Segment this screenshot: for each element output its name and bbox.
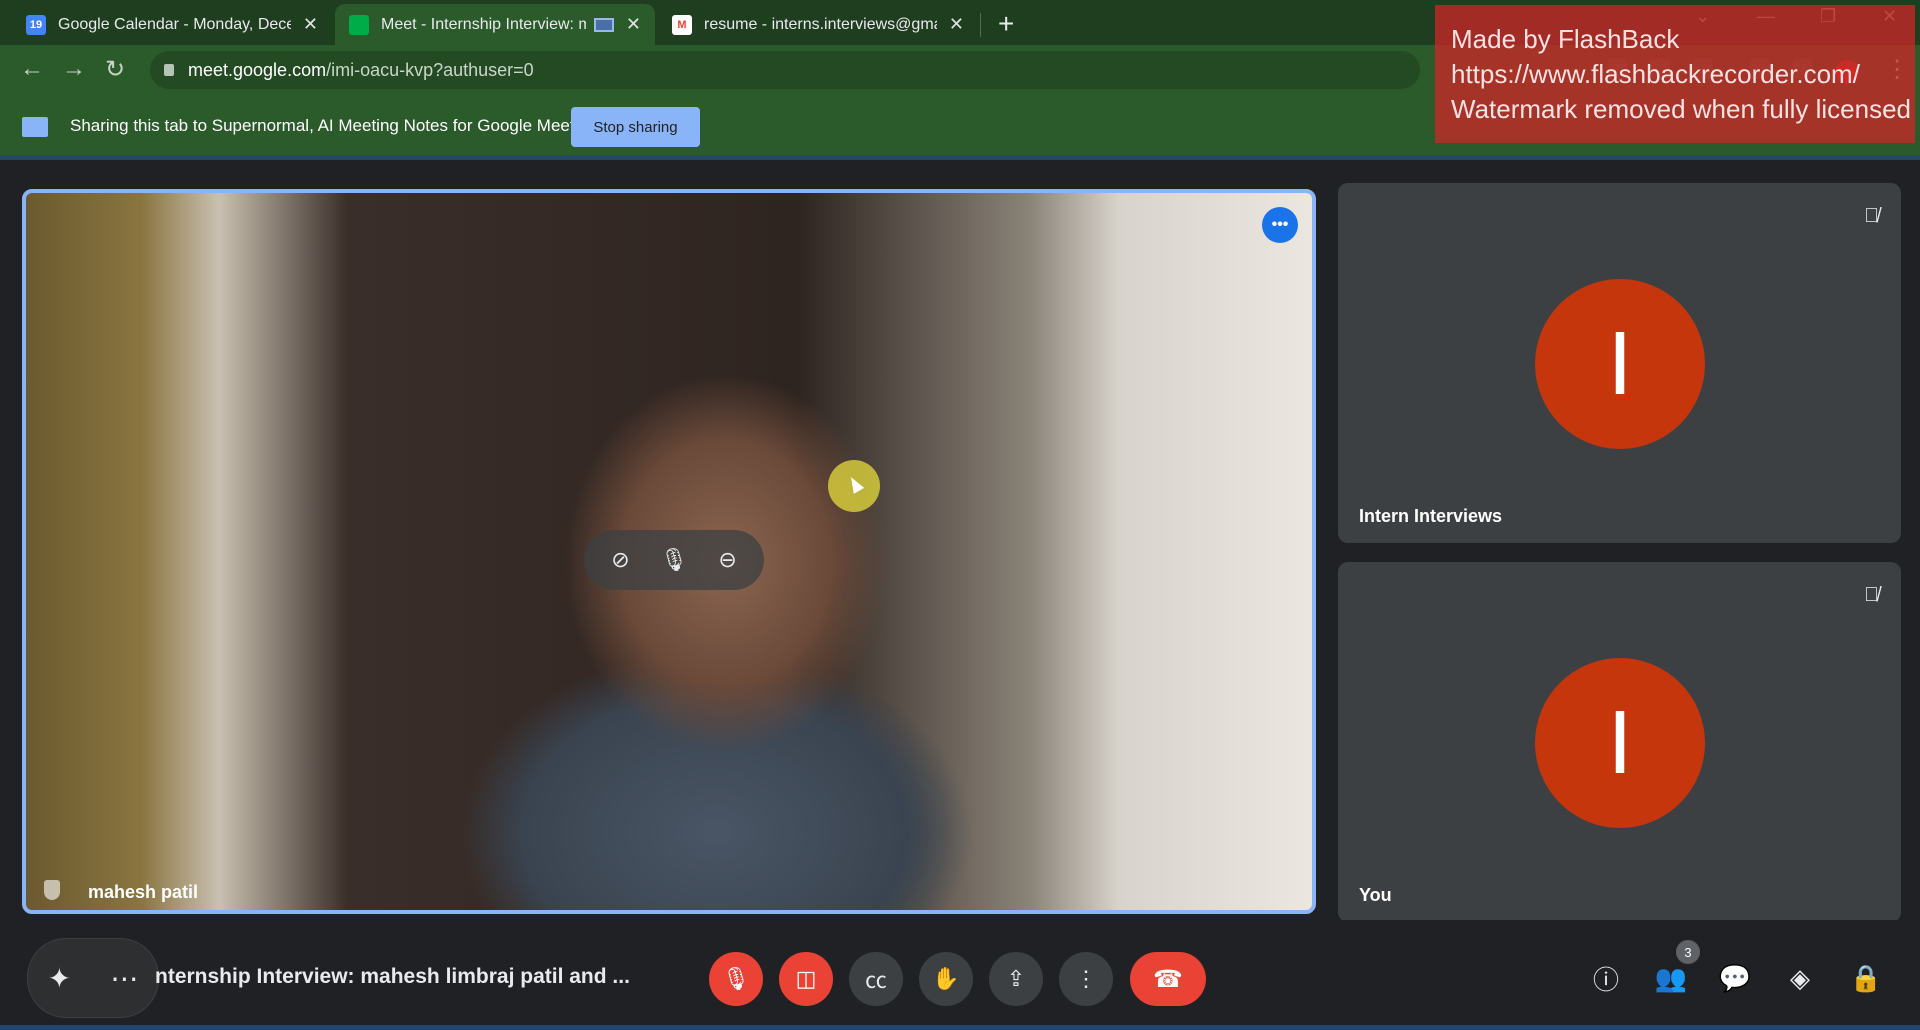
tab-title: resume - interns.interviews@gmail.c [704,15,937,33]
url-host: meet.google.com [188,59,327,80]
meeting-title: nternship Interview: mahesh limbraj pati… [155,965,630,988]
url-path: /imi-oacu-kvp?authuser=0 [326,59,534,80]
tab-title: Meet - Internship Interview: ma [381,15,586,33]
chat-icon: 💬 [1718,962,1752,993]
lock-person-icon: 🔒 [1849,962,1883,993]
screen-share-icon [22,117,48,137]
main-video-tile[interactable]: ••• ⊘ 🎙 ⊖ mahesh patil [22,189,1316,914]
raise-hand-button[interactable]: ✋ [919,952,973,1006]
captions-icon: ㏄ [864,968,887,993]
close-tab-icon[interactable]: ✕ [626,14,641,35]
hang-up-icon: ☎ [1153,965,1183,993]
tab-separator [980,13,981,37]
tab-gmail[interactable]: M resume - interns.interviews@gmail.c ✕ [658,4,978,45]
tab-google-meet[interactable]: Meet - Internship Interview: ma ✕ [335,4,655,45]
recording-icon [593,17,614,32]
muted-mic-icon: 🎙̸ [1864,205,1879,227]
activities-button[interactable]: ◈ [1782,960,1818,996]
mic-off-icon: 🎙 [722,966,750,991]
camera-toggle-button[interactable]: ◫ [779,952,833,1006]
watermark-line: Made by FlashBack [1451,24,1680,54]
reload-icon[interactable]: ↻ [105,55,125,84]
more-vertical-icon: ⋮ [1075,966,1097,991]
sharing-message: Sharing this tab to Supernormal, AI Meet… [70,116,575,135]
avatar: I [1535,658,1705,828]
participant-tile-self[interactable]: 🎙̸ I You [1338,562,1901,922]
people-button[interactable]: 👥 [1653,960,1689,996]
people-icon: 👥 [1654,962,1688,993]
extension-pill[interactable]: ✦ ⋯ [27,938,159,1018]
meeting-details-button[interactable]: ⓘ [1588,960,1624,996]
url-bar[interactable]: meet.google.com /imi-oacu-kvp?authuser=0 [150,51,1420,89]
flashback-watermark: Made by FlashBack https://www.flashbackr… [1435,5,1915,143]
more-options-icon[interactable]: ••• [1262,207,1298,243]
leave-call-button[interactable]: ☎ [1130,952,1206,1006]
more-horizontal-icon[interactable]: ⋯ [110,962,138,995]
hand-icon: ✋ [932,966,960,991]
close-tab-icon[interactable]: ✕ [949,14,964,35]
lock-icon [164,64,174,76]
watermark-line: Watermark removed when fully licensed [1451,94,1911,124]
participant-name: mahesh patil [88,882,199,902]
supernormal-icon[interactable]: ✦ [48,962,71,995]
meet-icon [349,14,369,35]
tab-title: Google Calendar - Monday, Decemb [58,15,291,33]
unpin-icon[interactable]: ⊘ [611,547,629,573]
participant-name: Intern Interviews [1359,506,1503,526]
chat-button[interactable]: 💬 [1717,960,1753,996]
microphone-toggle-button[interactable]: 🎙 [709,952,763,1006]
stop-sharing-button[interactable]: Stop sharing [571,107,700,147]
forward-icon[interactable]: → [62,55,86,83]
participant-count-badge: 3 [1676,940,1700,964]
participant-name: You [1359,885,1392,905]
present-screen-button[interactable]: ⇪ [989,952,1043,1006]
info-icon: ⓘ [1592,964,1619,995]
tab-google-calendar[interactable]: 19 Google Calendar - Monday, Decemb ✕ [12,4,332,45]
more-options-button[interactable]: ⋮ [1059,952,1113,1006]
gmail-icon: M [672,14,692,35]
present-icon: ⇪ [1006,966,1026,991]
activities-icon: ◈ [1790,962,1810,993]
microphone-icon[interactable]: 🎙 [660,547,688,573]
meeting-controls-bar: ✦ ⋯ nternship Interview: mahesh limbraj … [0,920,1920,1030]
pin-icon [44,880,60,900]
captions-button[interactable]: ㏄ [849,952,903,1006]
close-tab-icon[interactable]: ✕ [303,14,318,35]
avatar: I [1535,279,1705,449]
back-icon[interactable]: ← [20,55,44,83]
muted-mic-icon: 🎙̸ [1864,584,1879,606]
remove-icon[interactable]: ⊖ [718,547,736,573]
host-controls-button[interactable]: 🔒 [1848,960,1884,996]
tile-hover-controls: ⊘ 🎙 ⊖ [584,530,764,590]
watermark-line: https://www.flashbackrecorder.com/ [1451,59,1860,89]
camera-off-icon: ◫ [795,966,817,991]
calendar-icon: 19 [26,14,46,35]
participant-tile[interactable]: 🎙̸ I Intern Interviews [1338,183,1901,543]
new-tab-button[interactable]: + [998,8,1014,40]
